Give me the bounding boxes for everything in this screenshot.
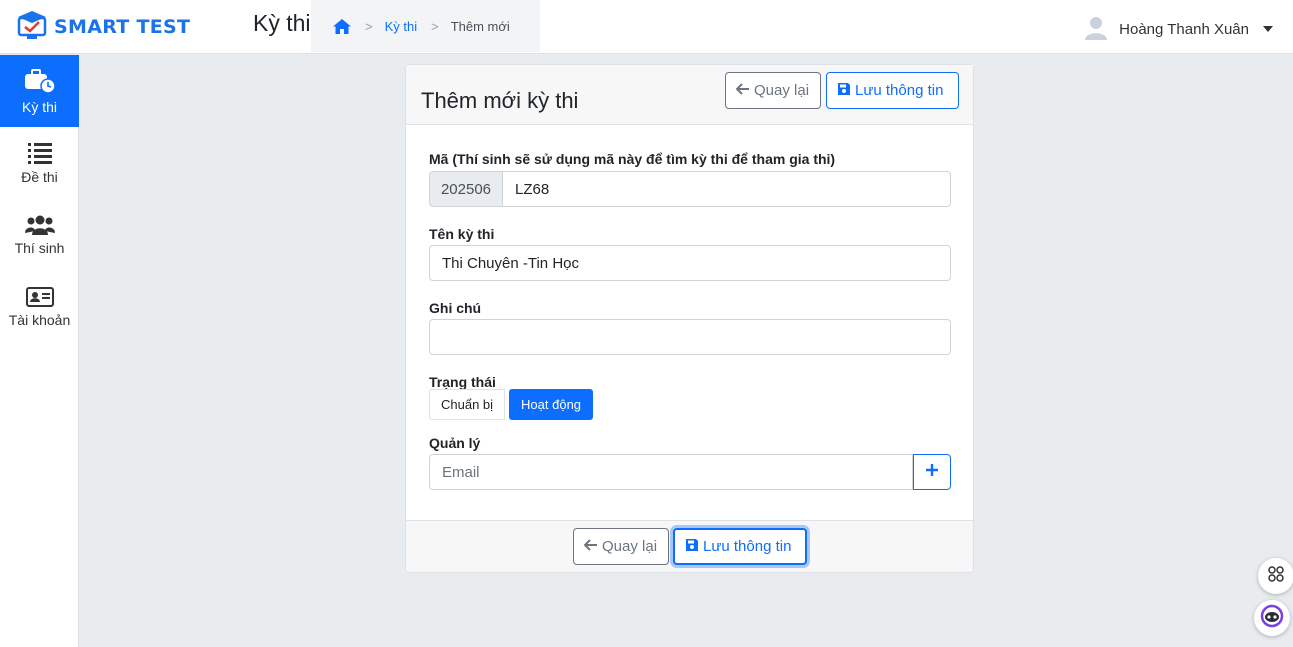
breadcrumb-item-current: Thêm mới <box>450 18 510 34</box>
note-input[interactable] <box>429 319 951 355</box>
logo-text: SMART TEST <box>54 16 191 38</box>
sidebar-item-exams[interactable]: Kỳ thi <box>0 55 79 127</box>
sidebar-item-accounts[interactable]: Tài khoản <box>0 271 79 343</box>
chevron-right-icon: > <box>431 18 439 34</box>
logo[interactable]: SMART TEST <box>16 10 190 44</box>
plus-icon <box>925 463 939 481</box>
caret-down-icon <box>1263 26 1273 32</box>
user-avatar-icon <box>1083 14 1109 44</box>
top-bar: SMART TEST Kỳ thi > Kỳ thi > Thêm mới Ho… <box>0 0 1293 54</box>
page-title: Kỳ thi <box>253 10 311 36</box>
status-toggle-group: Chuẩn bị Hoạt động <box>429 389 594 420</box>
note-input-group <box>429 319 951 355</box>
code-input[interactable] <box>502 171 951 207</box>
users-icon <box>24 215 55 235</box>
manager-email-input[interactable] <box>429 454 913 490</box>
user-name: Hoàng Thanh Xuân <box>1119 20 1249 38</box>
manager-input-group <box>429 454 951 490</box>
code-prefix: 202506 <box>429 171 502 207</box>
sidebar-item-label: Thí sinh <box>14 239 65 256</box>
back-button-top[interactable]: Quay lại <box>725 72 821 109</box>
sidebar-item-tests[interactable]: Đề thi <box>0 127 79 199</box>
sidebar-item-candidates[interactable]: Thí sinh <box>0 199 79 271</box>
name-input-group <box>429 245 951 281</box>
form-title: Thêm mới kỳ thi <box>421 88 579 113</box>
apps-grid-button[interactable] <box>1258 558 1293 594</box>
arrow-left-icon <box>735 82 750 99</box>
exam-form-card: Thêm mới kỳ thi Quay lại Lưu thông tin M… <box>405 64 974 573</box>
save-button-top[interactable]: Lưu thông tin <box>826 72 959 109</box>
save-button-bottom[interactable]: Lưu thông tin <box>673 528 807 565</box>
sidebar-item-label: Kỳ thi <box>21 98 57 115</box>
status-label: Trạng thái <box>429 374 496 390</box>
graduation-cap-monitor-icon <box>16 10 48 44</box>
card-footer: Quay lại Lưu thông tin <box>406 520 973 572</box>
home-icon[interactable] <box>333 18 351 34</box>
code-input-group: 202506 <box>429 171 951 207</box>
manager-label: Quản lý <box>429 435 481 451</box>
id-card-icon <box>25 286 54 307</box>
back-button-bottom[interactable]: Quay lại <box>573 528 669 565</box>
name-label: Tên kỳ thi <box>429 226 495 242</box>
exam-name-input[interactable] <box>429 245 951 281</box>
bot-face-icon <box>1260 604 1284 632</box>
apps-grid-icon <box>1268 566 1284 586</box>
breadcrumb: > Kỳ thi > Thêm mới <box>311 0 540 52</box>
arrow-left-icon <box>583 538 598 555</box>
briefcase-clock-icon <box>24 68 56 94</box>
sidebar: Kỳ thi Đề thi Thí sinh Tài khoản <box>0 55 79 647</box>
assistant-bot-button[interactable] <box>1254 600 1290 636</box>
floppy-disk-icon <box>837 82 851 100</box>
sidebar-item-label: Đề thi <box>21 168 58 185</box>
breadcrumb-item-exams[interactable]: Kỳ thi <box>385 19 418 34</box>
floppy-disk-icon <box>685 538 699 556</box>
add-manager-button[interactable] <box>913 454 951 490</box>
note-label: Ghi chú <box>429 300 482 316</box>
status-option-preparing[interactable]: Chuẩn bị <box>429 389 506 420</box>
code-label: Mã (Thí sinh sẽ sử dụng mã này để tìm kỳ… <box>429 151 836 167</box>
card-header: Thêm mới kỳ thi Quay lại Lưu thông tin <box>406 65 973 125</box>
list-icon <box>27 142 52 164</box>
status-option-active[interactable]: Hoạt động <box>509 389 594 420</box>
user-menu[interactable]: Hoàng Thanh Xuân <box>1083 14 1273 44</box>
sidebar-item-label: Tài khoản <box>8 311 71 328</box>
chevron-right-icon: > <box>365 18 373 34</box>
